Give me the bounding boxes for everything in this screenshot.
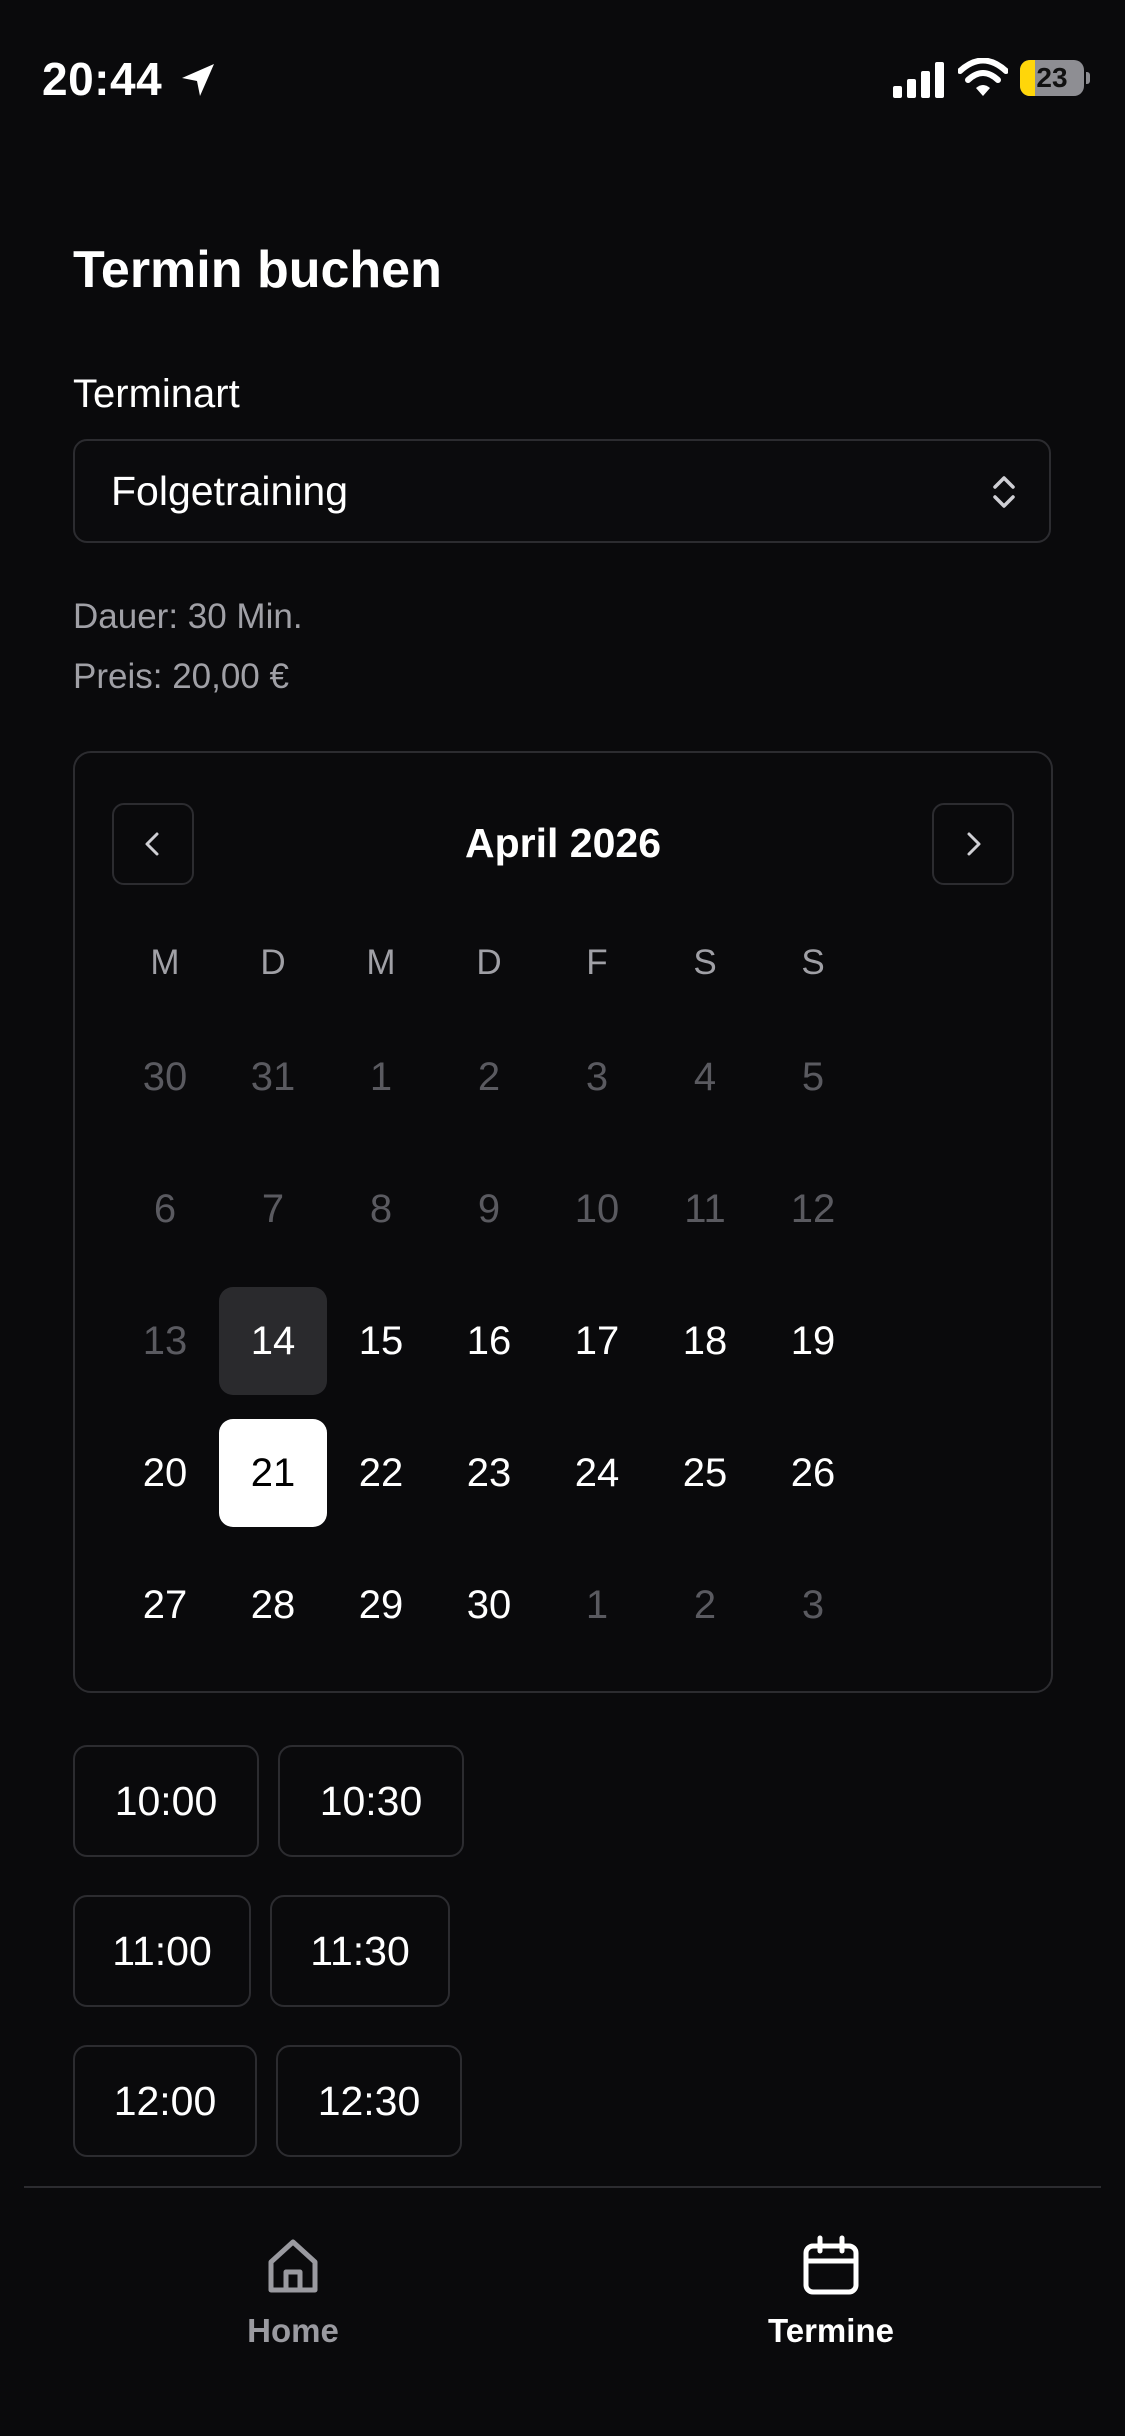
calendar-day[interactable]: 28 [219, 1551, 327, 1659]
wifi-icon [958, 58, 1008, 96]
location-arrow-icon [182, 64, 214, 96]
status-bar: 20:44 23 [0, 0, 1125, 160]
calendar-day[interactable]: 24 [543, 1419, 651, 1527]
calendar-day: 2 [693, 1583, 717, 1627]
weekday-label: S [693, 943, 717, 982]
battery-percent: 23 [1036, 62, 1068, 93]
calendar-day[interactable]: 19 [759, 1287, 867, 1395]
calendar-day: 7 [261, 1187, 285, 1231]
time-slot-button[interactable]: 12:00 [73, 2045, 257, 2157]
calendar-day: 4 [693, 1055, 717, 1099]
calendar-day: 9 [477, 1187, 501, 1231]
calendar-day: 5 [801, 1055, 825, 1099]
calendar-day: 12 [790, 1187, 836, 1231]
page-title: Termin buchen [73, 241, 442, 299]
chevron-right-icon [967, 832, 981, 856]
time-slot-button[interactable]: 11:30 [270, 1895, 450, 2007]
calendar-day: 1 [369, 1055, 393, 1099]
calendar-day: 6 [153, 1187, 177, 1231]
price-text: Preis: 20,00 € [73, 657, 289, 696]
calendar-day: 8 [369, 1187, 393, 1231]
calendar-day: 11 [684, 1187, 726, 1231]
calendar-day: 30 [142, 1055, 188, 1099]
calendar-day[interactable]: 23 [435, 1419, 543, 1527]
appointment-type-label: Terminart [73, 372, 240, 416]
calendar-day[interactable]: 30 [435, 1551, 543, 1659]
calendar-day: 31 [250, 1055, 296, 1099]
calendar-icon [803, 2235, 859, 2295]
time-slot-button[interactable]: 11:00 [73, 1895, 251, 2007]
calendar-day[interactable]: 20 [111, 1419, 219, 1527]
weekday-label: M [366, 943, 396, 982]
calendar-day-today[interactable]: 14 [219, 1287, 327, 1395]
weekday-label: M [150, 943, 180, 982]
calendar-day: 3 [801, 1583, 825, 1627]
calendar: April 2026 MDMDFSS 30 31 1 2 3 4 5 6 7 8 9 10 11 12 13… [73, 751, 1053, 1693]
tab-home[interactable]: Home [173, 2234, 413, 2364]
time-slot-button[interactable]: 10:30 [278, 1745, 464, 1857]
calendar-day[interactable]: 27 [111, 1551, 219, 1659]
home-icon [268, 2239, 318, 2293]
cellular-signal-icon [893, 62, 944, 98]
calendar-day[interactable]: 25 [651, 1419, 759, 1527]
duration-text: Dauer: 30 Min. [73, 597, 303, 636]
calendar-day[interactable]: 16 [435, 1287, 543, 1395]
calendar-day[interactable]: 15 [327, 1287, 435, 1395]
tab-home-label: Home [247, 2312, 339, 2349]
appointment-type-select[interactable]: Folgetraining [73, 439, 1051, 543]
calendar-day[interactable]: 17 [543, 1287, 651, 1395]
calendar-day[interactable]: 29 [327, 1551, 435, 1659]
weekday-label: F [586, 943, 608, 982]
calendar-day[interactable]: 26 [759, 1419, 867, 1527]
status-time: 20:44 [42, 53, 163, 105]
time-slot-button[interactable]: 10:00 [73, 1745, 259, 1857]
weekday-label: S [801, 943, 825, 982]
chevron-up-down-icon [993, 476, 1015, 508]
tab-appointments-label: Termine [768, 2312, 894, 2349]
calendar-day[interactable]: 18 [651, 1287, 759, 1395]
next-month-button[interactable] [932, 803, 1014, 885]
calendar-day: 10 [574, 1187, 620, 1231]
calendar-month-label: April 2026 [465, 820, 661, 866]
calendar-day: 1 [585, 1583, 609, 1627]
calendar-day: 3 [585, 1055, 609, 1099]
appointment-type-value: Folgetraining [111, 468, 349, 514]
weekday-label: D [476, 943, 502, 982]
tab-appointments[interactable]: Termine [711, 2234, 951, 2364]
calendar-day-selected[interactable]: 21 [219, 1419, 327, 1527]
tab-bar-divider [24, 2186, 1101, 2188]
calendar-day: 13 [142, 1319, 188, 1363]
time-slot-button[interactable]: 12:30 [276, 2045, 462, 2157]
calendar-day: 2 [477, 1055, 501, 1099]
calendar-day[interactable]: 22 [327, 1419, 435, 1527]
battery-indicator: 23 [1020, 60, 1090, 96]
weekday-label: D [260, 943, 286, 982]
